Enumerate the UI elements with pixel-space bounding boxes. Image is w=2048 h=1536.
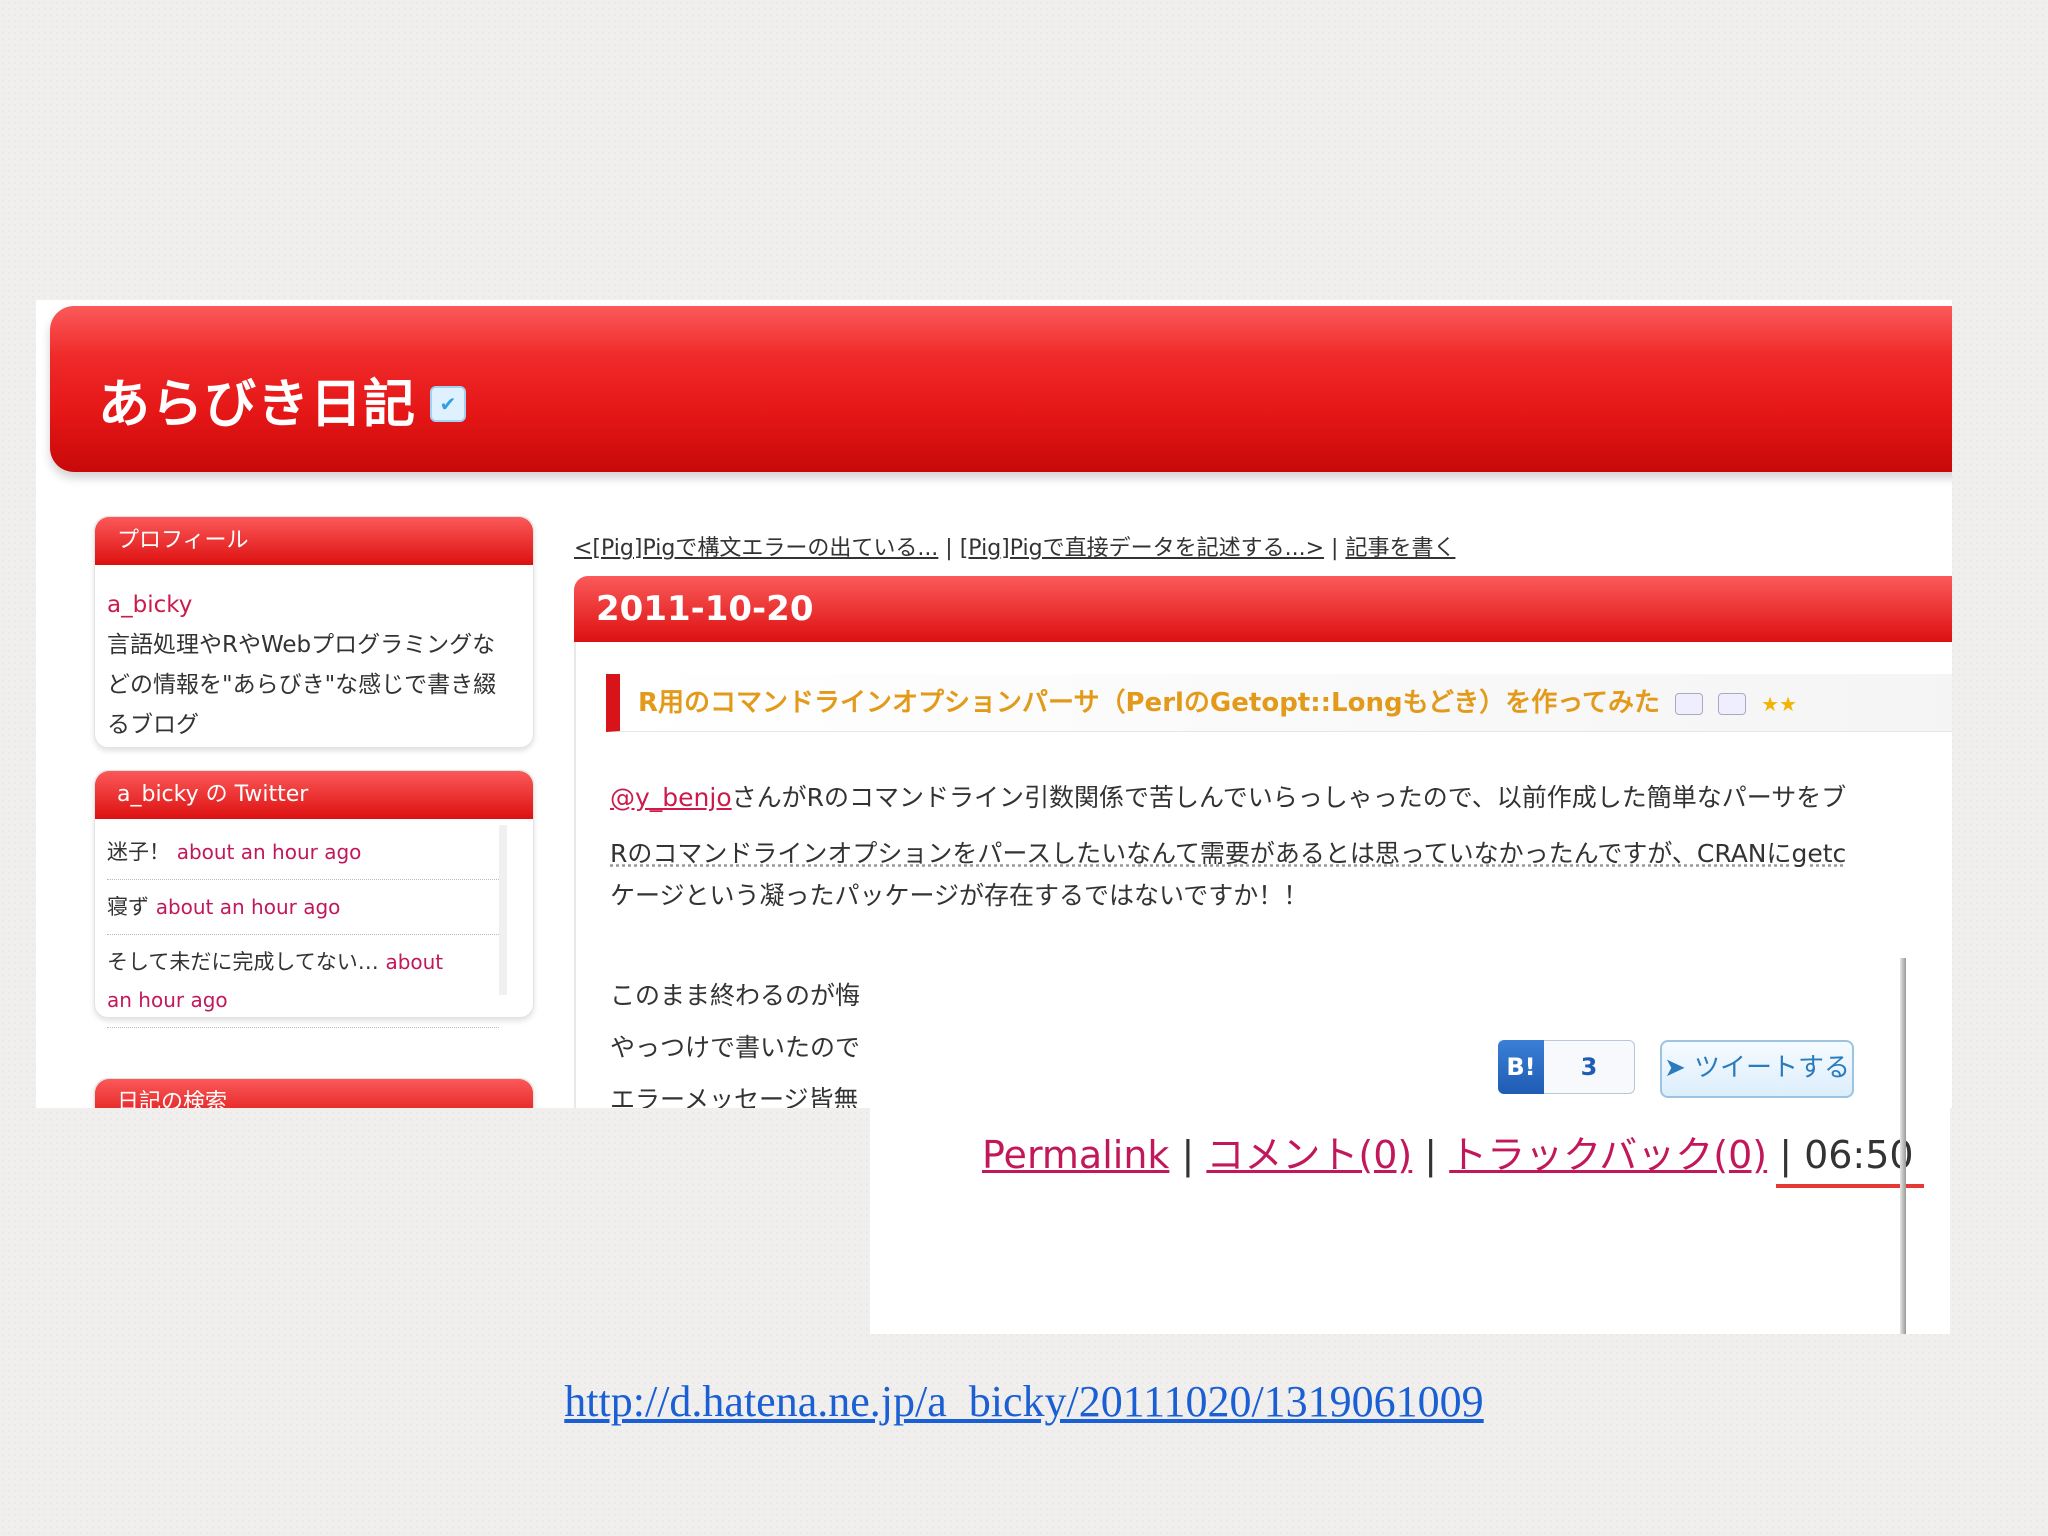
tweet-time[interactable]: an hour ago	[107, 988, 228, 1012]
permalink-link[interactable]: Permalink	[982, 1133, 1169, 1177]
profile-line: 言語処理やRやWebプログラミングな	[107, 632, 496, 658]
entry-footer-links: Permalink | コメント(0) | トラックバック(0) | 06:50	[982, 1124, 1914, 1179]
entry-title-text[interactable]: R用のコマンドラインオプションパーサ（PerlのGetopt::Longもどき）…	[638, 688, 1660, 718]
tweet-item: そして未だに完成してない… about an hour ago	[107, 935, 499, 1028]
twitter-box: a_bicky の Twitter 迷子！ about an hour ago …	[94, 770, 534, 1028]
tweet-text: 寝ず	[107, 895, 149, 919]
link-separator: |	[1412, 1133, 1450, 1177]
hatena-bookmark-count[interactable]: 3	[1544, 1040, 1635, 1094]
paragraph-2-line-2: ケージという凝ったパッケージが存在するではないですか！！	[610, 881, 1309, 910]
paragraph-text: さんがRのコマンドライン引数関係で苦しんでいらっしゃったので、以前作成した簡単な…	[731, 783, 1847, 812]
nav-separator: |	[1324, 536, 1346, 561]
twitter-header: a_bicky の Twitter	[95, 771, 533, 819]
profile-name[interactable]: a_bicky	[107, 585, 523, 625]
search-header: 日記の検索	[95, 1079, 533, 1108]
entry-time: 06:50	[1804, 1133, 1914, 1177]
mention-link[interactable]: @y_benjo	[610, 783, 732, 812]
profile-body: a_bicky 言語処理やRやWebプログラミングな どの情報を"あらびき"な感…	[107, 585, 523, 745]
source-url-link[interactable]: http://d.hatena.ne.jp/a_bicky/20111020/1…	[0, 1376, 2048, 1427]
frame-shadow	[1900, 958, 1906, 1334]
write-entry-link[interactable]: 記事を書く	[1345, 536, 1455, 561]
trackback-link[interactable]: トラックバック(0)	[1449, 1133, 1767, 1177]
tweet-time[interactable]: about an hour ago	[156, 895, 341, 919]
paragraph-2-line-1: Rのコマンドラインオプションをパースしたいなんて需要があるとは思っていなかったん…	[610, 839, 1847, 868]
image-icon[interactable]	[1718, 692, 1747, 715]
profile-line: るブログ	[107, 712, 199, 738]
blog-header: あらびき日記 ✔	[50, 306, 1952, 472]
link-separator: |	[1169, 1133, 1207, 1177]
paragraph-3-line-2: やっつけで書いたので	[610, 1033, 861, 1062]
search-box: 日記の検索	[94, 1078, 534, 1108]
entry-date[interactable]: 2011-10-20	[574, 576, 1952, 642]
comment-link[interactable]: コメント(0)	[1206, 1133, 1412, 1177]
tweet-text: そして未だに完成してない…	[107, 950, 379, 974]
paragraph-3-line-3: エラーメッセージ皆無	[610, 1085, 859, 1108]
twitter-bird-icon[interactable]: ✔	[430, 386, 466, 422]
paragraph-3-line-1: このまま終わるのが悔	[610, 981, 861, 1010]
blog-title[interactable]: あらびき日記	[98, 362, 416, 437]
comment-icon[interactable]	[1675, 692, 1704, 715]
paragraph-1: @y_benjoさんがRのコマンドライン引数関係で苦しんでいらっしゃったので、以…	[610, 778, 1846, 814]
footer-zoom-screenshot: B! 3 ➤ ツイートする Permalink | コメント(0) | トラック…	[870, 958, 1950, 1334]
profile-line: どの情報を"あらびき"な感じで書き綴	[107, 672, 497, 698]
tweet-time[interactable]: about	[385, 950, 443, 974]
tweet-button[interactable]: ➤ ツイートする	[1660, 1040, 1854, 1098]
nav-separator: |	[938, 536, 960, 561]
prev-entry-link[interactable]: <[Pig]Pigで構文エラーの出ている...	[574, 536, 938, 561]
profile-header: プロフィール	[95, 517, 533, 565]
star-icon[interactable]: ★★	[1761, 692, 1797, 716]
tweet-time[interactable]: about an hour ago	[177, 840, 362, 864]
tweet-button-label: ツイートする	[1694, 1053, 1851, 1083]
twitter-list: 迷子！ about an hour ago 寝ず about an hour a…	[107, 825, 507, 1028]
tweet-text: 迷子！	[107, 840, 170, 864]
entry-title: R用のコマンドラインオプションパーサ（PerlのGetopt::Longもどき）…	[606, 674, 1952, 732]
tweet-item: 寝ず about an hour ago	[107, 880, 499, 935]
link-separator: |	[1767, 1133, 1805, 1177]
tweet-item: 迷子！ about an hour ago	[107, 825, 499, 880]
entry-nav: <[Pig]Pigで構文エラーの出ている... | [Pig]Pigで直接データ…	[574, 530, 1455, 562]
hatena-bookmark-button[interactable]: B!	[1498, 1040, 1544, 1094]
profile-box: プロフィール a_bicky 言語処理やRやWebプログラミングな どの情報を"…	[94, 516, 534, 748]
next-entry-link[interactable]: [Pig]Pigで直接データを記述する...>	[960, 536, 1324, 561]
twitter-bird-icon: ➤	[1663, 1053, 1686, 1083]
